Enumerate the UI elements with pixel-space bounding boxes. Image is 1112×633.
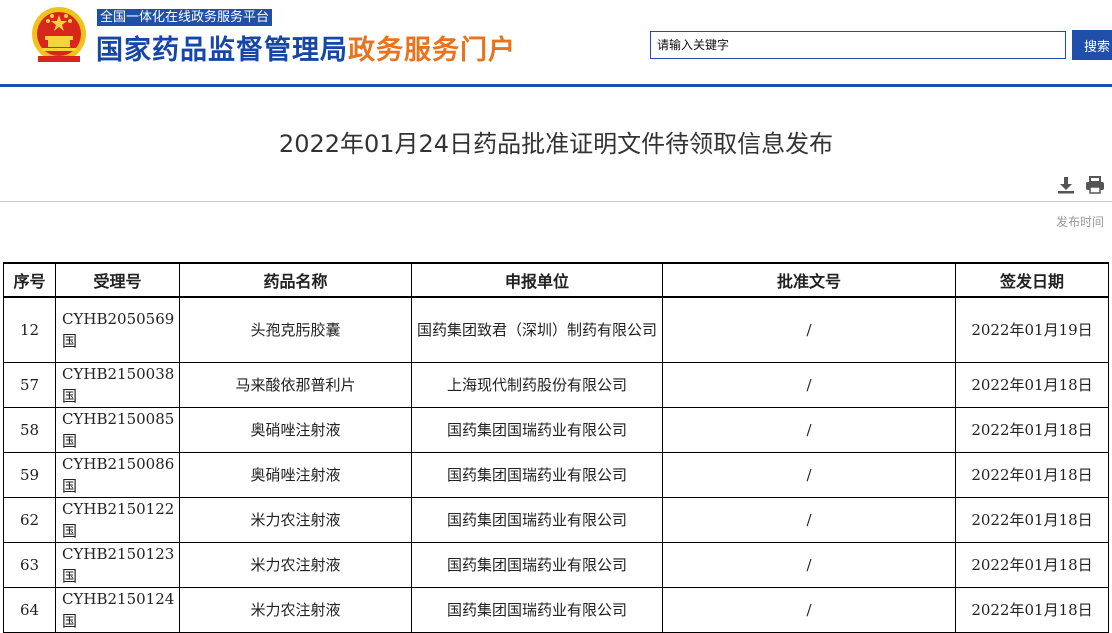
table-row: 63 CYHB2150123国 米力农注射液 国药集团国瑞药业有限公司 / 20…: [3, 542, 1109, 588]
cell-applicant: 国药集团国瑞药业有限公司: [411, 497, 663, 543]
table-row: 12 CYHB2050569国 头孢克肟胶囊 国药集团致君（深圳）制药有限公司 …: [3, 296, 1109, 363]
cell-issue-date: 2022年01月18日: [955, 407, 1109, 453]
cell-approval-no: /: [662, 587, 956, 633]
table-row: 59 CYHB2150086国 奥硝唑注射液 国药集团国瑞药业有限公司 / 20…: [3, 452, 1109, 498]
cell-no: 64: [3, 587, 56, 633]
cell-no: 59: [3, 452, 56, 498]
cell-accept-no: CYHB2150123国: [55, 542, 180, 588]
cell-drug-name: 奥硝唑注射液: [179, 452, 412, 498]
download-icon[interactable]: [1057, 176, 1075, 194]
table-row: 58 CYHB2150085国 奥硝唑注射液 国药集团国瑞药业有限公司 / 20…: [3, 407, 1109, 453]
cell-applicant: 国药集团国瑞药业有限公司: [411, 542, 663, 588]
site-title-main: 国家药品监督管理局: [96, 35, 348, 66]
print-icon[interactable]: [1085, 176, 1105, 194]
cell-drug-name: 马来酸依那普利片: [179, 362, 412, 408]
site-header: 全国一体化在线政务服务平台 国家药品监督管理局政务服务门户 搜索: [0, 0, 1112, 84]
cell-applicant: 国药集团国瑞药业有限公司: [411, 587, 663, 633]
cell-accept-no: CYHB2150038国: [55, 362, 180, 408]
cell-issue-date: 2022年01月18日: [955, 452, 1109, 498]
cell-drug-name: 头孢克肟胶囊: [179, 296, 412, 363]
cell-drug-name: 米力农注射液: [179, 587, 412, 633]
cell-applicant: 国药集团致君（深圳）制药有限公司: [411, 296, 663, 363]
site-title-sub: 政务服务门户: [348, 35, 516, 66]
cell-drug-name: 米力农注射液: [179, 542, 412, 588]
cell-accept-no: CYHB2050569国: [55, 296, 180, 363]
cell-drug-name: 米力农注射液: [179, 497, 412, 543]
cell-issue-date: 2022年01月18日: [955, 587, 1109, 633]
header-divider: [0, 84, 1112, 87]
cell-approval-no: /: [662, 362, 956, 408]
national-emblem-icon: [32, 7, 86, 62]
table-row: 64 CYHB2150124国 米力农注射液 国药集团国瑞药业有限公司 / 20…: [3, 587, 1109, 633]
approval-table: 序号 受理号 药品名称 申报单位 批准文号 签发日期 12 CYHB205056…: [3, 262, 1109, 633]
column-header-approval: 批准文号: [662, 262, 956, 298]
cell-issue-date: 2022年01月18日: [955, 497, 1109, 543]
cell-drug-name: 奥硝唑注射液: [179, 407, 412, 453]
cell-no: 62: [3, 497, 56, 543]
table-row: 62 CYHB2150122国 米力农注射液 国药集团国瑞药业有限公司 / 20…: [3, 497, 1109, 543]
article-title: 2022年01月24日药品批准证明文件待领取信息发布: [278, 130, 834, 158]
column-header-date: 签发日期: [955, 262, 1109, 298]
cell-no: 57: [3, 362, 56, 408]
cell-no: 12: [3, 296, 56, 363]
column-header-drug: 药品名称: [179, 262, 412, 298]
tools-divider: [0, 201, 1112, 202]
cell-accept-no: CYHB2150086国: [55, 452, 180, 498]
cell-no: 58: [3, 407, 56, 453]
table-row: 57 CYHB2150038国 马来酸依那普利片 上海现代制药股份有限公司 / …: [3, 362, 1109, 408]
cell-no: 63: [3, 542, 56, 588]
cell-applicant: 国药集团国瑞药业有限公司: [411, 452, 663, 498]
cell-issue-date: 2022年01月18日: [955, 542, 1109, 588]
platform-tag[interactable]: 全国一体化在线政务服务平台: [97, 9, 273, 26]
column-header-no: 序号: [3, 262, 56, 298]
search-button[interactable]: 搜索: [1072, 30, 1112, 60]
cell-approval-no: /: [662, 452, 956, 498]
cell-applicant: 上海现代制药股份有限公司: [411, 362, 663, 408]
table-header-row: 序号 受理号 药品名称 申报单位 批准文号 签发日期: [3, 262, 1109, 298]
search-input[interactable]: [650, 31, 1066, 59]
cell-applicant: 国药集团国瑞药业有限公司: [411, 407, 663, 453]
column-header-accept: 受理号: [55, 262, 180, 298]
cell-issue-date: 2022年01月19日: [955, 296, 1109, 363]
cell-approval-no: /: [662, 542, 956, 588]
cell-issue-date: 2022年01月18日: [955, 362, 1109, 408]
cell-accept-no: CYHB2150085国: [55, 407, 180, 453]
publish-time-label: 发布时间: [1056, 215, 1105, 229]
cell-accept-no: CYHB2150124国: [55, 587, 180, 633]
cell-accept-no: CYHB2150122国: [55, 497, 180, 543]
cell-approval-no: /: [662, 407, 956, 453]
column-header-applicant: 申报单位: [411, 262, 663, 298]
cell-approval-no: /: [662, 296, 956, 363]
site-title[interactable]: 国家药品监督管理局政务服务门户: [96, 28, 516, 67]
cell-approval-no: /: [662, 497, 956, 543]
